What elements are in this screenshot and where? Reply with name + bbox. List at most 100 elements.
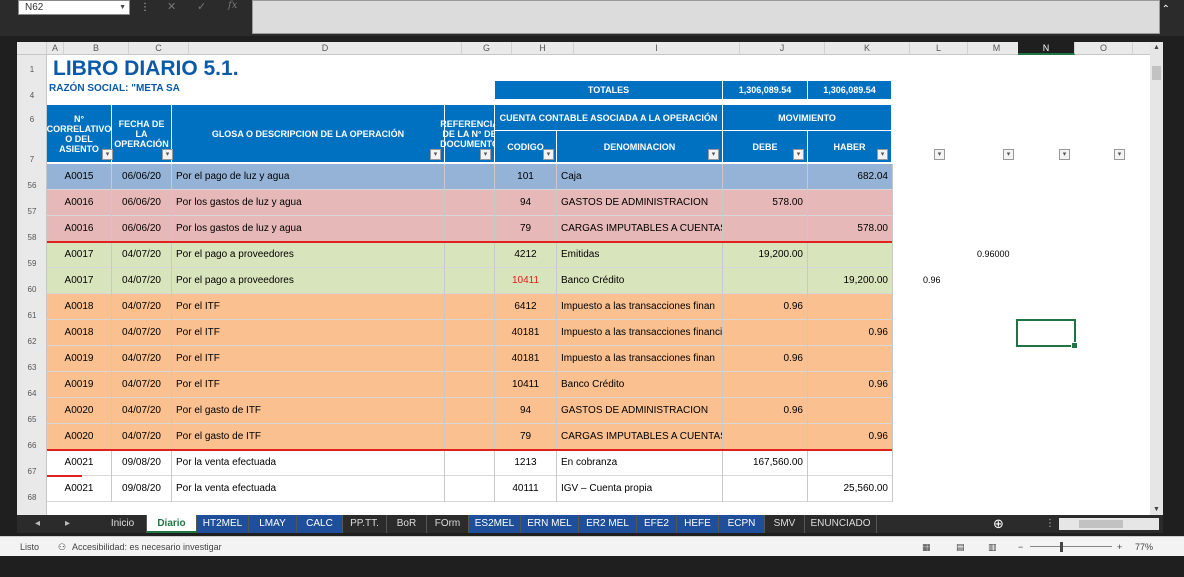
cell-den[interactable]: Caja <box>557 164 723 190</box>
cell-glosa[interactable]: Por el gasto de ITF <box>172 398 445 424</box>
sheet-tab[interactable]: Diario <box>147 515 197 533</box>
cell-n[interactable]: A0020 <box>47 424 112 450</box>
cell-glosa[interactable]: Por los gastos de luz y agua <box>172 216 445 242</box>
cell-glosa[interactable]: Por el ITF <box>172 320 445 346</box>
cell-haber[interactable] <box>808 450 893 476</box>
cell-fecha[interactable]: 04/07/20 <box>112 268 172 294</box>
page-layout-icon[interactable]: ▤ <box>956 537 965 557</box>
cell-n[interactable]: A0019 <box>47 346 112 372</box>
cell-n[interactable]: A0018 <box>47 294 112 320</box>
cell-haber[interactable]: 682.04 <box>808 164 893 190</box>
cell-fecha[interactable]: 09/08/20 <box>112 476 172 502</box>
cell-glosa[interactable]: Por el ITF <box>172 294 445 320</box>
column-header[interactable]: C <box>129 42 189 55</box>
cell-haber[interactable]: 578.00 <box>808 216 893 242</box>
cell-fecha[interactable]: 04/07/20 <box>112 242 172 268</box>
cell-debe[interactable]: 578.00 <box>723 190 808 216</box>
cell-codigo[interactable]: 94 <box>495 190 557 216</box>
cell-n[interactable]: A0016 <box>47 190 112 216</box>
sheet-tab[interactable]: CALC <box>297 515 343 533</box>
filter-dropdown-icon[interactable]: ▾ <box>1114 149 1125 160</box>
sheet-tab[interactable]: LMAY <box>249 515 297 533</box>
sheet-tab[interactable]: EFE2 <box>637 515 677 533</box>
status-accessibility[interactable]: Accesibilidad: es necesario investigar <box>72 537 222 557</box>
cell-debe[interactable] <box>723 476 808 502</box>
cell-debe[interactable] <box>723 268 808 294</box>
filter-dropdown-icon[interactable]: ▾ <box>793 149 804 160</box>
tab-next-icon[interactable]: ▸ <box>65 515 70 533</box>
cell-referencia[interactable] <box>445 372 495 398</box>
cell-haber[interactable]: 19,200.00 <box>808 268 893 294</box>
cell-n[interactable]: A0017 <box>47 242 112 268</box>
cell-debe[interactable] <box>723 372 808 398</box>
cell-fecha[interactable]: 04/07/20 <box>112 346 172 372</box>
cell-fecha[interactable]: 09/08/20 <box>112 450 172 476</box>
sheet-tab[interactable]: ES2MEL <box>469 515 521 533</box>
cell-n[interactable]: A0017 <box>47 268 112 294</box>
cell-referencia[interactable] <box>445 294 495 320</box>
selected-cell-n62[interactable] <box>1016 319 1078 349</box>
cell-den[interactable]: GASTOS DE ADMINISTRACION <box>557 398 723 424</box>
cell-haber[interactable] <box>808 346 893 372</box>
cell-referencia[interactable] <box>445 164 495 190</box>
cell-codigo[interactable]: 4212 <box>495 242 557 268</box>
cancel-icon[interactable]: ✕ <box>167 0 176 13</box>
cell-referencia[interactable] <box>445 476 495 502</box>
cell-fecha[interactable]: 04/07/20 <box>112 372 172 398</box>
cell-fecha[interactable]: 06/06/20 <box>112 190 172 216</box>
vertical-scrollbar[interactable]: ▲ ▼ <box>1150 42 1163 515</box>
cell-glosa[interactable]: Por la venta efectuada <box>172 450 445 476</box>
cell-codigo[interactable]: 10411 <box>495 268 557 294</box>
scroll-up-icon[interactable]: ▲ <box>1150 44 1163 51</box>
cell-n[interactable]: A0019 <box>47 372 112 398</box>
cell-codigo[interactable]: 79 <box>495 216 557 242</box>
cell-den[interactable]: Emitidas <box>557 242 723 268</box>
cell-debe[interactable] <box>723 164 808 190</box>
cell-glosa[interactable]: Por el gasto de ITF <box>172 424 445 450</box>
cell-codigo[interactable]: 101 <box>495 164 557 190</box>
zoom-slider[interactable] <box>1030 546 1112 547</box>
cell-m59[interactable]: 0.96000 <box>977 249 1010 259</box>
cell-codigo[interactable]: 94 <box>495 398 557 424</box>
cell-fecha[interactable]: 06/06/20 <box>112 164 172 190</box>
cell-haber[interactable] <box>808 294 893 320</box>
cell-codigo[interactable]: 1213 <box>495 450 557 476</box>
filter-dropdown-icon[interactable]: ▾ <box>1059 149 1070 160</box>
sheet-tab[interactable]: SMV <box>765 515 805 533</box>
cell-fecha[interactable]: 04/07/20 <box>112 294 172 320</box>
cell-glosa[interactable]: Por el ITF <box>172 372 445 398</box>
cell-glosa[interactable]: Por el pago de luz y agua <box>172 164 445 190</box>
sheet-tab[interactable]: HT2MEL <box>197 515 249 533</box>
tab-prev-icon[interactable]: ◂ <box>35 515 40 533</box>
more-tabs-icon[interactable]: ⋮ <box>1045 515 1055 533</box>
column-header[interactable]: I <box>574 42 740 55</box>
cell-glosa[interactable]: Por el pago a proveedores <box>172 242 445 268</box>
cell-glosa[interactable]: Por el ITF <box>172 346 445 372</box>
cell-n[interactable]: A0021 <box>47 476 112 502</box>
worksheet-grid[interactable]: ABCDGHIJKLMNO 1 4 6 7 56 57 58 59 60 61 62 63 64 65 66… <box>17 42 1163 515</box>
select-all-corner[interactable] <box>17 42 47 55</box>
cell-den[interactable]: En cobranza <box>557 450 723 476</box>
hscroll-thumb[interactable] <box>1079 520 1123 528</box>
cell-codigo[interactable]: 40181 <box>495 320 557 346</box>
cell-debe[interactable]: 0.96 <box>723 346 808 372</box>
zoom-level[interactable]: 77% <box>1135 537 1153 557</box>
filter-dropdown-icon[interactable]: ▾ <box>934 149 945 160</box>
enter-icon[interactable]: ✓ <box>197 0 206 13</box>
cell-haber[interactable] <box>808 242 893 268</box>
cell-haber[interactable]: 25,560.00 <box>808 476 893 502</box>
sheet-tab[interactable]: BoR <box>387 515 427 533</box>
cell-n[interactable]: A0015 <box>47 164 112 190</box>
sheet-tab[interactable]: FOrm <box>427 515 469 533</box>
column-header[interactable]: J <box>740 42 825 55</box>
cell-debe[interactable]: 0.96 <box>723 294 808 320</box>
cell-den[interactable]: Impuesto a las transacciones financieras <box>557 320 723 346</box>
add-sheet-icon[interactable]: ⊕ <box>993 515 1004 533</box>
cell-den[interactable]: CARGAS IMPUTABLES A CUENTAS DE COSTOS Y … <box>557 424 723 450</box>
cell-l60[interactable]: 0.96 <box>923 275 941 285</box>
cell-fecha[interactable]: 04/07/20 <box>112 320 172 346</box>
sheet-tab[interactable]: ECPN <box>719 515 765 533</box>
cell-codigo[interactable]: 79 <box>495 424 557 450</box>
filter-dropdown-icon[interactable]: ▾ <box>1003 149 1014 160</box>
zoom-out-icon[interactable]: − <box>1018 537 1023 557</box>
